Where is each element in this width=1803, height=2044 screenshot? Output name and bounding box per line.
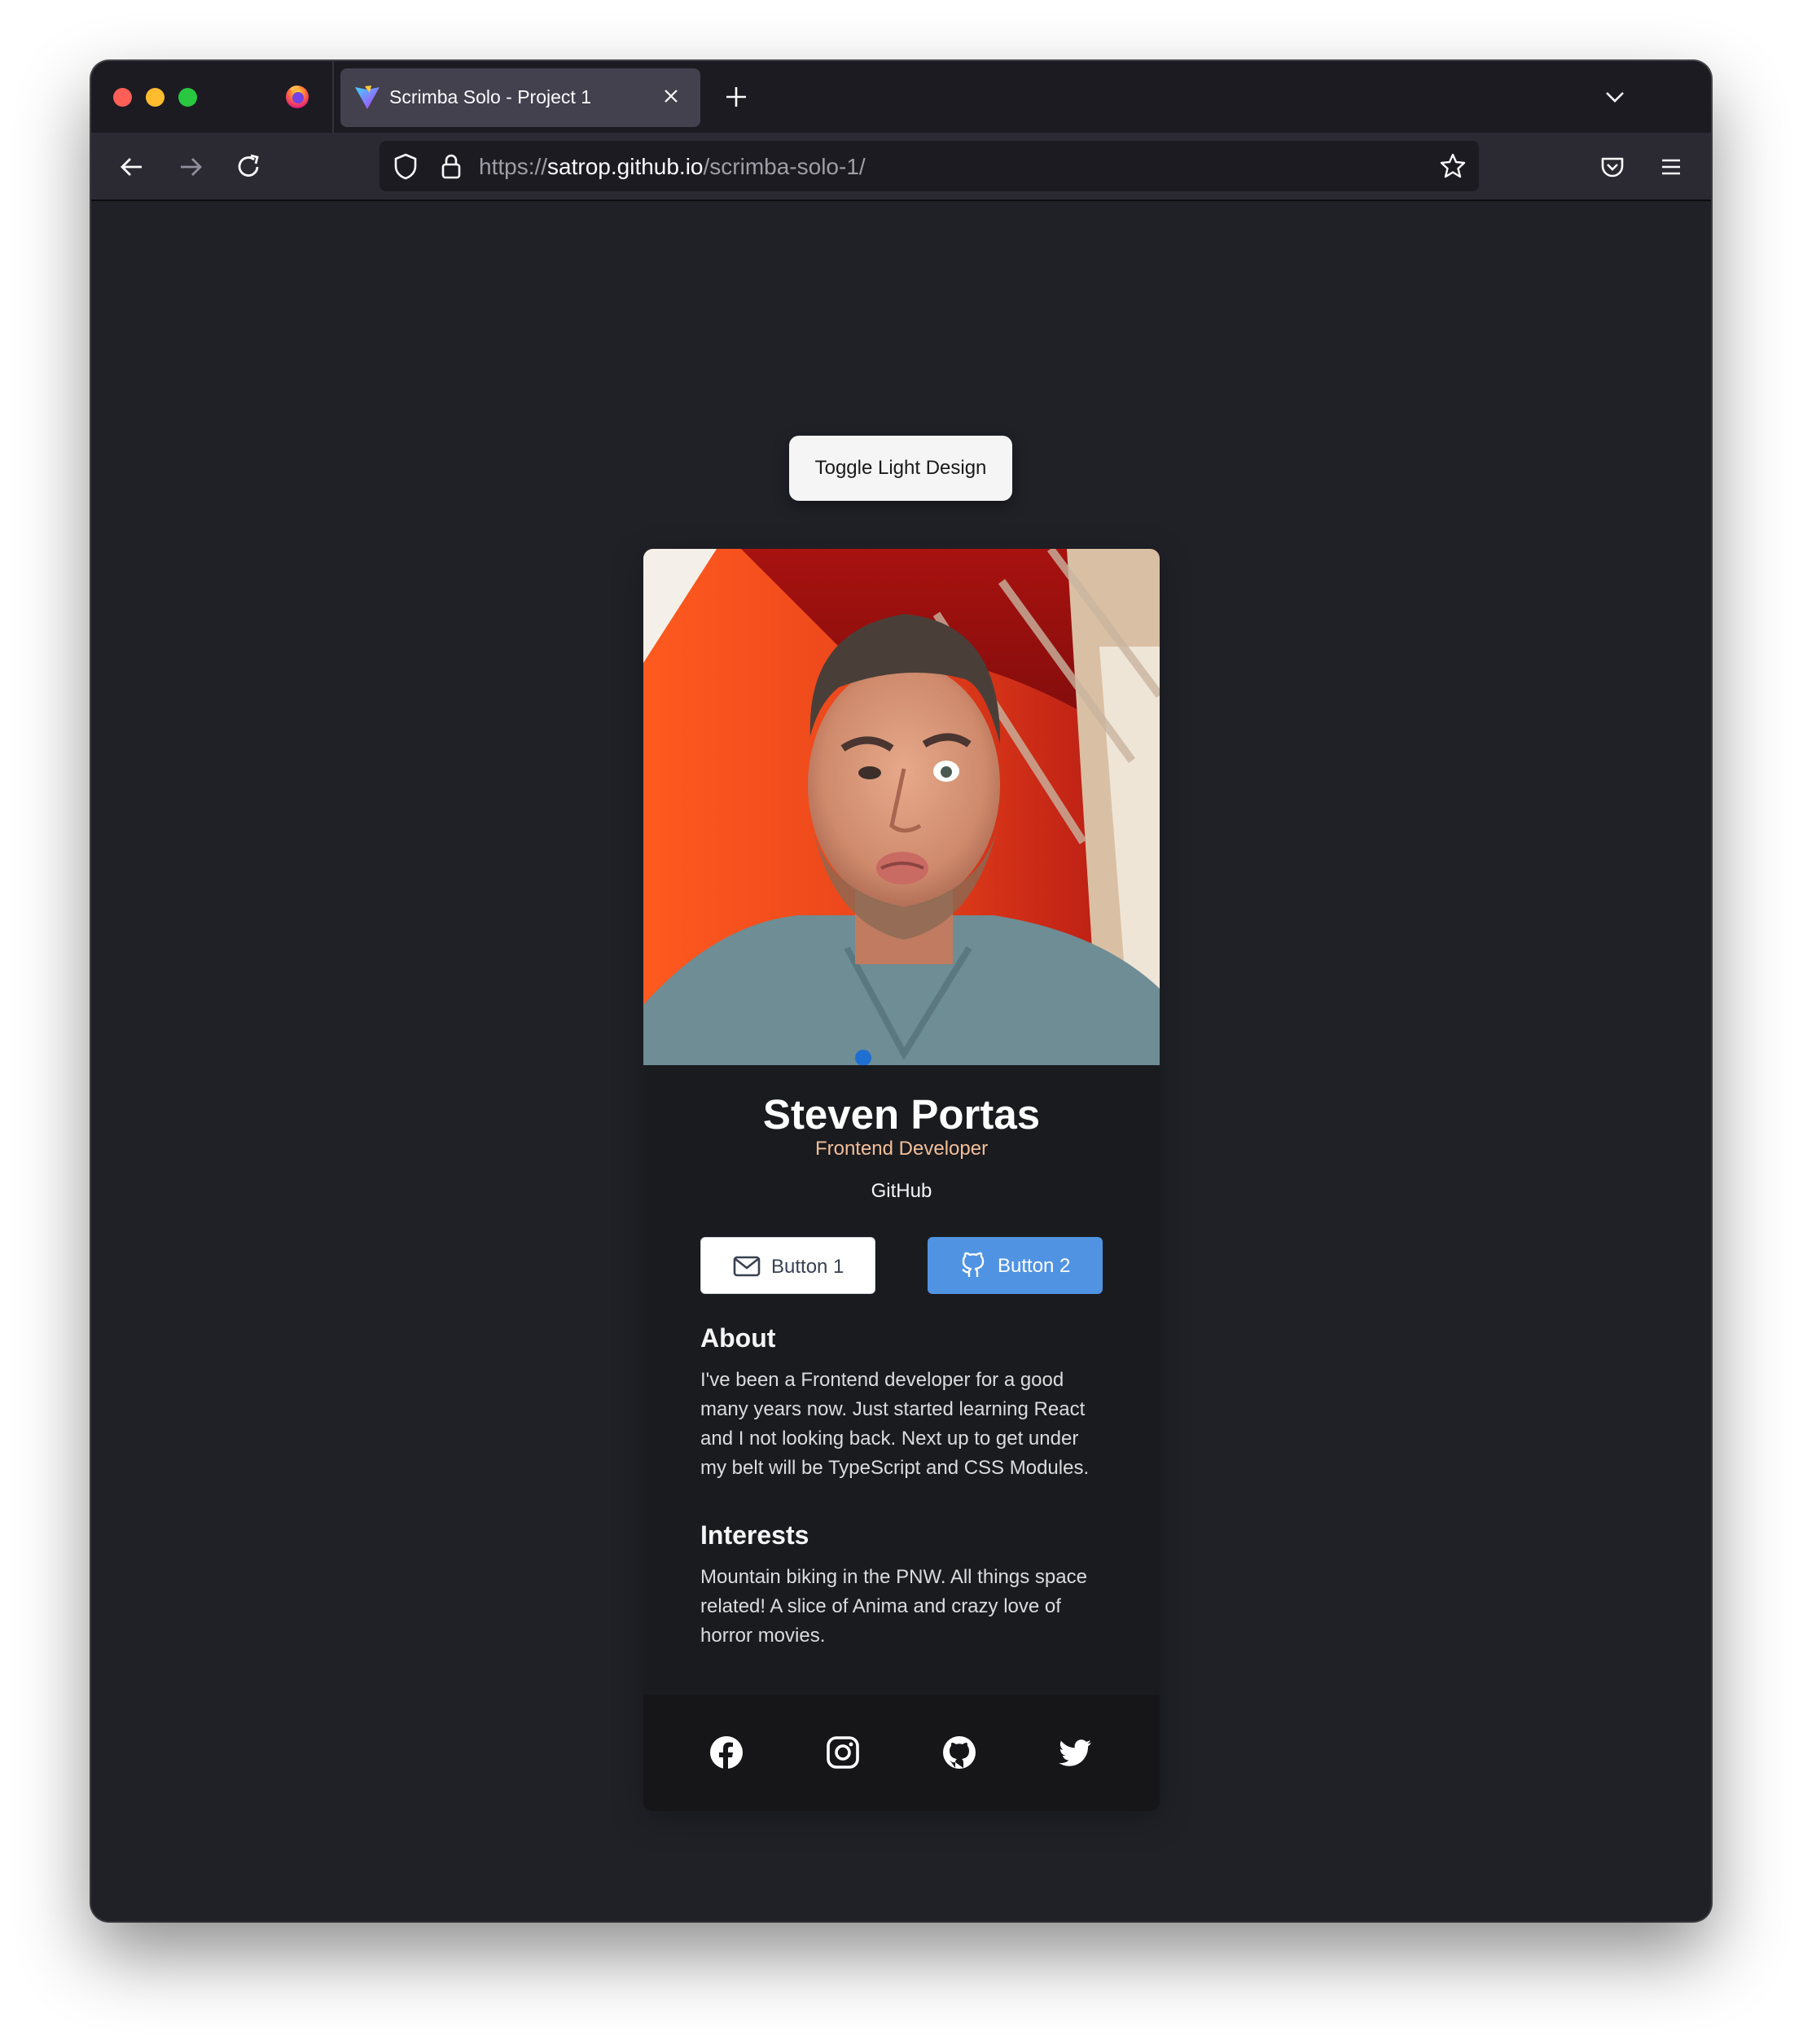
lock-icon[interactable] <box>436 151 466 181</box>
twitter-icon[interactable] <box>1059 1735 1093 1770</box>
browser-window: Scrimba Solo - Project 1 https://satrop.… <box>91 61 1711 1921</box>
profile-card: Steven Portas Frontend Developer GitHub … <box>643 549 1160 1811</box>
bookmark-star-icon[interactable] <box>1438 151 1467 181</box>
reload-icon[interactable] <box>233 151 265 183</box>
mail-icon <box>733 1256 761 1277</box>
button-1[interactable]: Button 1 <box>700 1237 875 1294</box>
url-text[interactable]: https://satrop.github.io/scrimba-solo-1/ <box>479 154 866 180</box>
vite-favicon-icon <box>355 86 379 109</box>
url-bar[interactable]: https://satrop.github.io/scrimba-solo-1/ <box>379 141 1479 191</box>
navigation-bar: https://satrop.github.io/scrimba-solo-1/ <box>91 133 1711 201</box>
profile-role: Frontend Developer <box>814 1138 989 1160</box>
tab-divider <box>332 61 334 133</box>
about-title: About <box>700 1323 776 1353</box>
chevron-down-icon[interactable] <box>1600 82 1630 112</box>
close-window-button[interactable] <box>113 88 132 107</box>
forward-arrow-icon[interactable] <box>174 151 207 183</box>
button-2-label: Button 2 <box>998 1255 1071 1277</box>
pocket-icon[interactable] <box>1596 151 1629 183</box>
minimize-window-button[interactable] <box>146 88 165 107</box>
active-tab[interactable]: Scrimba Solo - Project 1 <box>340 68 700 127</box>
toggle-light-design-button[interactable]: Toggle Light Design <box>789 436 1012 501</box>
maximize-window-button[interactable] <box>178 88 197 107</box>
button-2[interactable]: Button 2 <box>928 1237 1103 1294</box>
interests-text: Mountain biking in the PNW. All things s… <box>700 1566 1087 1647</box>
close-tab-icon[interactable] <box>656 81 686 111</box>
hamburger-menu-icon[interactable] <box>1655 151 1687 183</box>
shield-icon[interactable] <box>391 151 420 181</box>
instagram-icon[interactable] <box>826 1735 860 1770</box>
interests-title: Interests <box>700 1520 809 1550</box>
url-domain: satrop.github.io <box>547 154 704 179</box>
profile-photo <box>643 549 1160 1065</box>
new-tab-icon[interactable] <box>722 82 751 112</box>
tab-strip: Scrimba Solo - Project 1 <box>91 61 1711 133</box>
page-content: Toggle Light Design Steven Portas Fronte… <box>91 201 1711 1921</box>
url-path: /scrimba-solo-1/ <box>703 154 866 179</box>
back-arrow-icon[interactable] <box>116 151 148 183</box>
github-link[interactable]: GitHub <box>643 1180 1160 1203</box>
tab-title: Scrimba Solo - Project 1 <box>389 86 591 107</box>
social-footer <box>643 1695 1160 1811</box>
button-1-label: Button 1 <box>771 1256 844 1278</box>
github-icon[interactable] <box>942 1735 976 1770</box>
url-scheme: https:// <box>479 154 548 179</box>
firefox-logo-icon[interactable] <box>283 82 311 110</box>
profile-name: Steven Portas <box>762 1091 1041 1138</box>
github-icon <box>962 1252 985 1277</box>
facebook-icon[interactable] <box>709 1735 744 1770</box>
about-text: I've been a Frontend developer for a goo… <box>700 1369 1090 1479</box>
